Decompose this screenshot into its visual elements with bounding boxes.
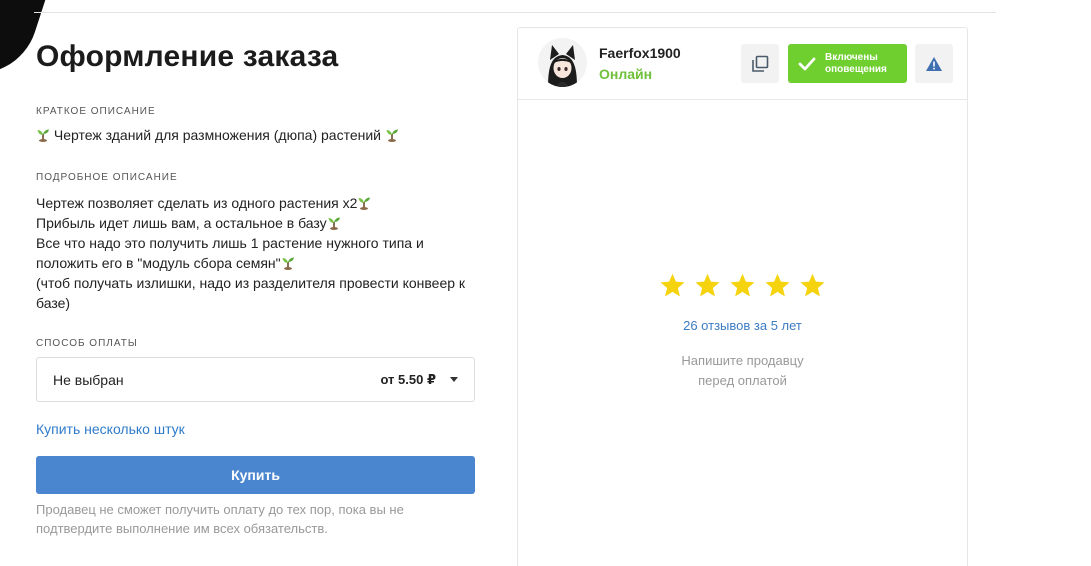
buy-multiple-link[interactable]: Купить несколько штук	[36, 421, 185, 437]
buy-button[interactable]: Купить	[36, 456, 475, 494]
notifications-toggle[interactable]: Включены оповещения	[788, 44, 907, 83]
seller-name[interactable]: Faerfox1900	[599, 45, 681, 61]
description-line: Все что надо это получить лишь 1 растени…	[36, 235, 424, 251]
seller-status: Онлайн	[599, 66, 653, 82]
page-title: Оформление заказа	[36, 40, 339, 73]
payment-method-select[interactable]: Не выбран от 5.50 ₽	[36, 357, 475, 402]
sprout-icon	[358, 197, 371, 210]
star-icon	[765, 273, 790, 297]
short-description: Чертеж зданий для размножения (дюпа) рас…	[36, 127, 399, 143]
rating-stars	[659, 272, 834, 299]
chevron-down-icon	[450, 377, 458, 382]
copy-button[interactable]	[741, 44, 779, 83]
reviews-link[interactable]: 26 отзывов за 5 лет	[518, 318, 967, 333]
short-description-text: Чертеж зданий для размножения (дюпа) рас…	[53, 127, 381, 143]
avatar-image	[538, 38, 587, 87]
top-divider	[34, 12, 996, 13]
sprout-icon	[328, 217, 340, 230]
seller-header: Faerfox1900 Онлайн Включены оповещения	[518, 28, 967, 100]
description-line: Прибыль идет лишь вам, а остальное в баз…	[36, 213, 476, 233]
report-button[interactable]	[915, 44, 953, 83]
payment-price: от 5.50 ₽	[380, 371, 436, 387]
star-icon	[730, 273, 755, 297]
star-icon	[660, 273, 685, 297]
sprout-icon	[282, 257, 294, 270]
short-description-label: КРАТКОЕ ОПИСАНИЕ	[36, 106, 156, 117]
seller-panel: Faerfox1900 Онлайн Включены оповещения 2…	[517, 27, 968, 566]
star-icon	[695, 273, 720, 297]
avatar[interactable]	[538, 38, 587, 87]
description-line: базе)	[36, 295, 71, 311]
notify-label-line2: оповещения	[825, 63, 887, 75]
full-description-label: ПОДРОБНОЕ ОПИСАНИЕ	[36, 172, 178, 183]
notify-label-line1: Включены	[825, 51, 878, 63]
star-icon	[800, 273, 825, 297]
check-icon	[798, 57, 816, 70]
copy-icon	[752, 55, 769, 72]
contact-seller-hint: Напишите продавцу перед оплатой	[681, 353, 804, 388]
sprout-icon	[386, 129, 398, 142]
payment-method-label: СПОСОБ ОПЛАТЫ	[36, 338, 138, 349]
description-line: положить его в "модуль сбора семян"	[36, 253, 476, 273]
full-description: Чертеж позволяет сделать из одного расте…	[36, 193, 476, 313]
warning-icon	[926, 56, 942, 71]
payment-method-value: Не выбран	[53, 371, 124, 388]
sprout-icon	[37, 129, 49, 142]
order-form: Оформление заказа	[36, 40, 476, 74]
description-line: (чтоб получать излишки, надо из разделит…	[36, 275, 466, 291]
buy-note: Продавец не сможет получить оплату до те…	[36, 502, 404, 536]
order-page: Оформление заказа КРАТКОЕ ОПИСАНИЕ Черте…	[0, 0, 1091, 566]
description-line: Чертеж позволяет сделать из одного расте…	[36, 193, 476, 213]
